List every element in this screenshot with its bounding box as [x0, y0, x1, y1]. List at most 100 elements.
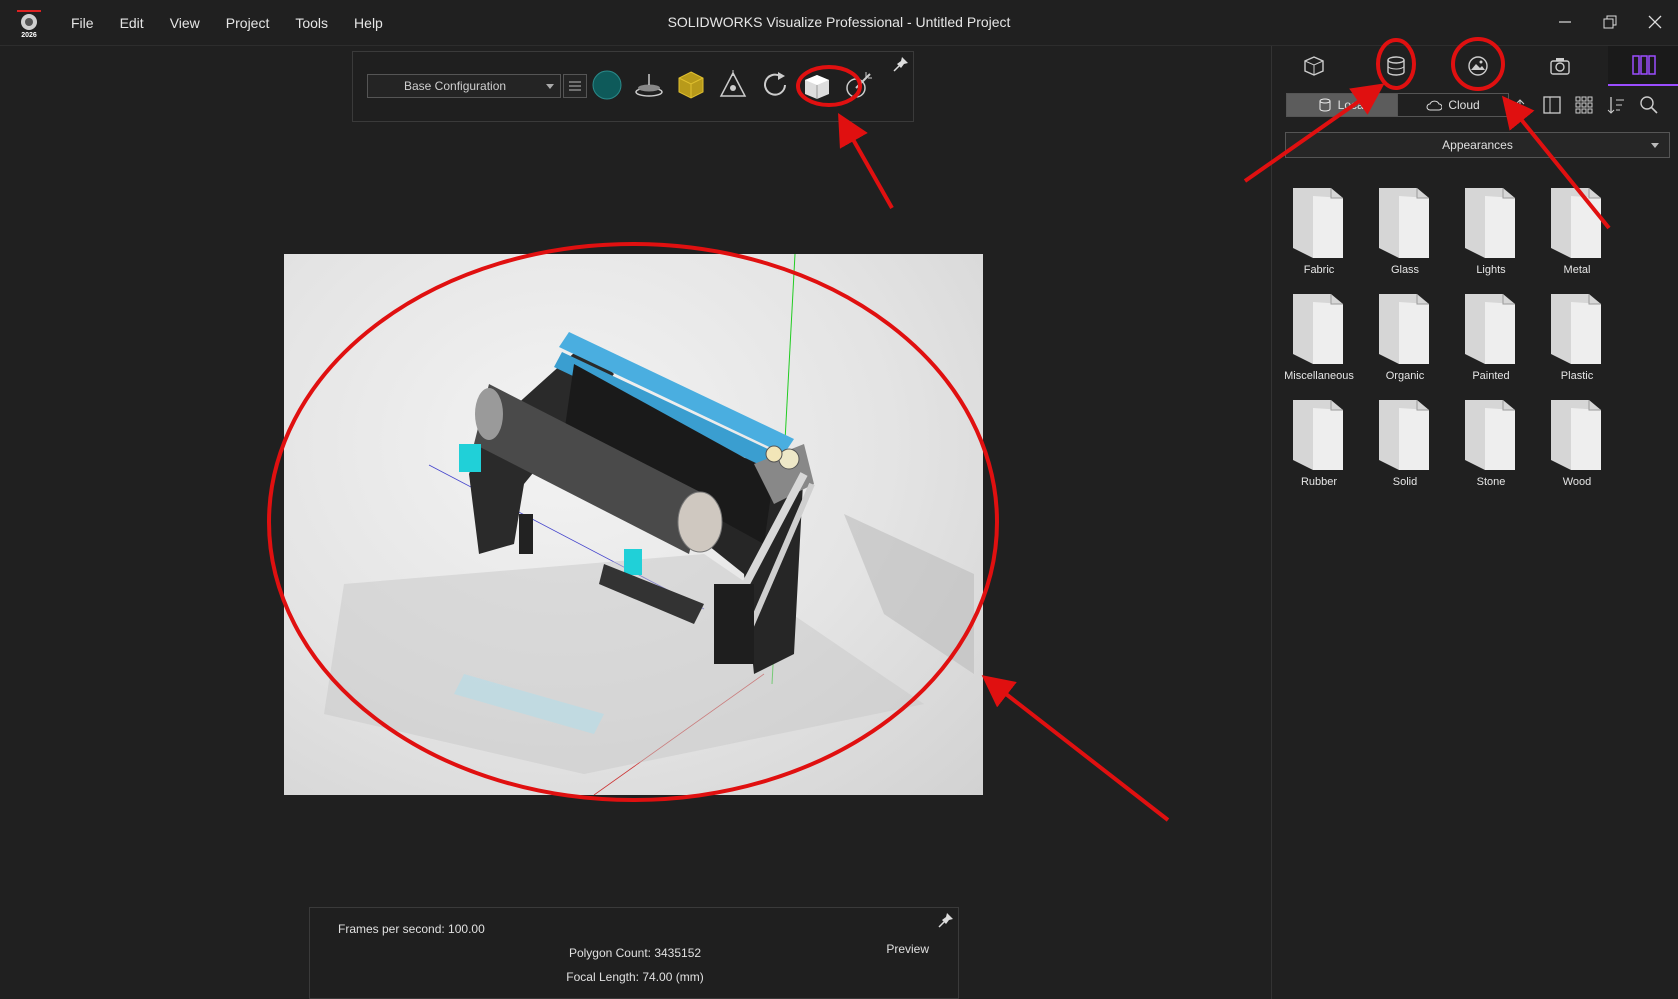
close-button[interactable] — [1641, 8, 1669, 36]
chevron-down-icon — [1651, 143, 1659, 148]
folder-label: Stone — [1476, 476, 1506, 488]
folder-icon — [1379, 400, 1429, 470]
turntable-icon — [635, 74, 663, 97]
folder-tile[interactable]: Wood — [1537, 396, 1617, 496]
folder-icon — [1293, 294, 1343, 364]
folder-icon — [1379, 188, 1429, 258]
restore-button[interactable] — [1596, 8, 1624, 36]
folder-icon — [1551, 294, 1601, 364]
fps-readout: Frames per second: 100.00 — [338, 922, 485, 936]
configuration-value: Base Configuration — [404, 79, 507, 93]
box-icon — [805, 75, 829, 99]
scene-box-button[interactable] — [800, 68, 834, 102]
menu-help[interactable]: Help — [341, 15, 396, 31]
folder-icon — [1551, 188, 1601, 258]
app-logo-year: 2026 — [21, 32, 37, 38]
folder-label: Painted — [1472, 370, 1510, 382]
pin-status-icon[interactable] — [938, 912, 954, 928]
source-toggle: Local Cloud — [1286, 93, 1509, 117]
model-render — [324, 254, 974, 795]
menu-edit[interactable]: Edit — [107, 15, 157, 31]
grid-view-button[interactable] — [1573, 94, 1595, 116]
split-view-icon — [1543, 96, 1561, 114]
app-logo[interactable]: 2026 — [16, 10, 44, 39]
folder-label: Glass — [1390, 264, 1420, 276]
title-bar: 2026 File Edit View Project Tools Help S… — [0, 0, 1678, 46]
annotation-arrow-viewport — [981, 675, 1170, 822]
render-mode-label[interactable]: Preview — [886, 942, 929, 956]
split-view-button[interactable] — [1541, 94, 1563, 116]
tab-library[interactable] — [1366, 46, 1426, 86]
focal-length: Focal Length: 74.00 (mm) — [566, 970, 704, 984]
transform-button[interactable] — [716, 68, 750, 102]
upload-icon — [1515, 99, 1525, 112]
list-icon — [569, 81, 581, 91]
folder-tile[interactable]: Lights — [1451, 184, 1531, 284]
palette-tabs — [1272, 46, 1678, 86]
camera-icon — [1550, 58, 1570, 75]
viewport-toolbar: Base Configuration — [352, 51, 914, 122]
tab-palette[interactable] — [1608, 46, 1678, 86]
configuration-list-button[interactable] — [563, 74, 587, 98]
environment-icon — [1468, 56, 1488, 76]
status-panel: Frames per second: 100.00 Polygon Count:… — [309, 907, 959, 999]
cube-select-icon — [678, 71, 704, 99]
library-icon — [1387, 56, 1405, 76]
menu-file[interactable]: File — [58, 15, 107, 31]
library-category-select[interactable]: Appearances — [1285, 132, 1670, 158]
folder-label: Rubber — [1300, 476, 1338, 488]
render-sphere-button[interactable] — [590, 68, 624, 102]
minimize-button[interactable] — [1551, 8, 1579, 36]
folder-icon — [1465, 400, 1515, 470]
folder-label: Miscellaneous — [1284, 370, 1354, 382]
folder-label: Metal — [1563, 264, 1591, 276]
folder-tile[interactable]: Plastic — [1537, 290, 1617, 390]
reset-view-button[interactable] — [758, 68, 792, 102]
folder-label: Plastic — [1560, 370, 1594, 382]
menu-view[interactable]: View — [157, 15, 213, 31]
folder-label: Organic — [1385, 370, 1425, 382]
model-icon — [1304, 56, 1324, 76]
chevron-down-icon — [546, 84, 554, 89]
menu-bar: File Edit View Project Tools Help — [58, 0, 396, 45]
folder-tile[interactable]: Metal — [1537, 184, 1617, 284]
rotate-icon — [764, 72, 786, 96]
wand-icon — [846, 72, 872, 98]
pin-toolbar-icon[interactable] — [893, 56, 909, 72]
folder-icon — [1293, 188, 1343, 258]
folder-tile[interactable]: Miscellaneous — [1279, 290, 1359, 390]
cloud-label: Cloud — [1448, 98, 1480, 112]
select-model-button[interactable] — [674, 68, 708, 102]
configuration-select[interactable]: Base Configuration — [367, 74, 561, 98]
folder-icon — [1465, 188, 1515, 258]
sort-button[interactable] — [1605, 94, 1627, 116]
menu-project[interactable]: Project — [213, 15, 283, 31]
folder-tile[interactable]: Painted — [1451, 290, 1531, 390]
render-viewport[interactable] — [284, 254, 983, 795]
palette-panel: Local Cloud Appearances Fabric Glass Lig… — [1271, 46, 1678, 999]
folder-tile[interactable]: Organic — [1365, 290, 1445, 390]
polygon-count: Polygon Count: 3435152 — [568, 946, 702, 960]
folder-label: Fabric — [1303, 264, 1335, 276]
library-category-value: Appearances — [1442, 138, 1513, 152]
menu-tools[interactable]: Tools — [282, 15, 341, 31]
tab-model[interactable] — [1284, 46, 1344, 86]
tab-environment[interactable] — [1448, 46, 1508, 86]
folder-tile[interactable]: Fabric — [1279, 184, 1359, 284]
folder-tile[interactable]: Stone — [1451, 396, 1531, 496]
folder-tile[interactable]: Solid — [1365, 396, 1445, 496]
local-label: Local — [1337, 98, 1367, 112]
database-icon — [1319, 98, 1331, 112]
local-toggle[interactable]: Local — [1287, 94, 1397, 116]
search-button[interactable] — [1638, 94, 1660, 116]
folder-label: Lights — [1476, 264, 1506, 276]
upload-button[interactable] — [1509, 94, 1531, 116]
folder-tile[interactable]: Rubber — [1279, 396, 1359, 496]
render-tools-button[interactable] — [842, 68, 876, 102]
annotation-arrow-toolbar — [838, 113, 894, 209]
folder-tile[interactable]: Glass — [1365, 184, 1445, 284]
turntable-button[interactable] — [632, 68, 666, 102]
tab-camera[interactable] — [1530, 46, 1590, 86]
cloud-toggle[interactable]: Cloud — [1397, 94, 1508, 116]
sort-icon — [1607, 97, 1624, 114]
